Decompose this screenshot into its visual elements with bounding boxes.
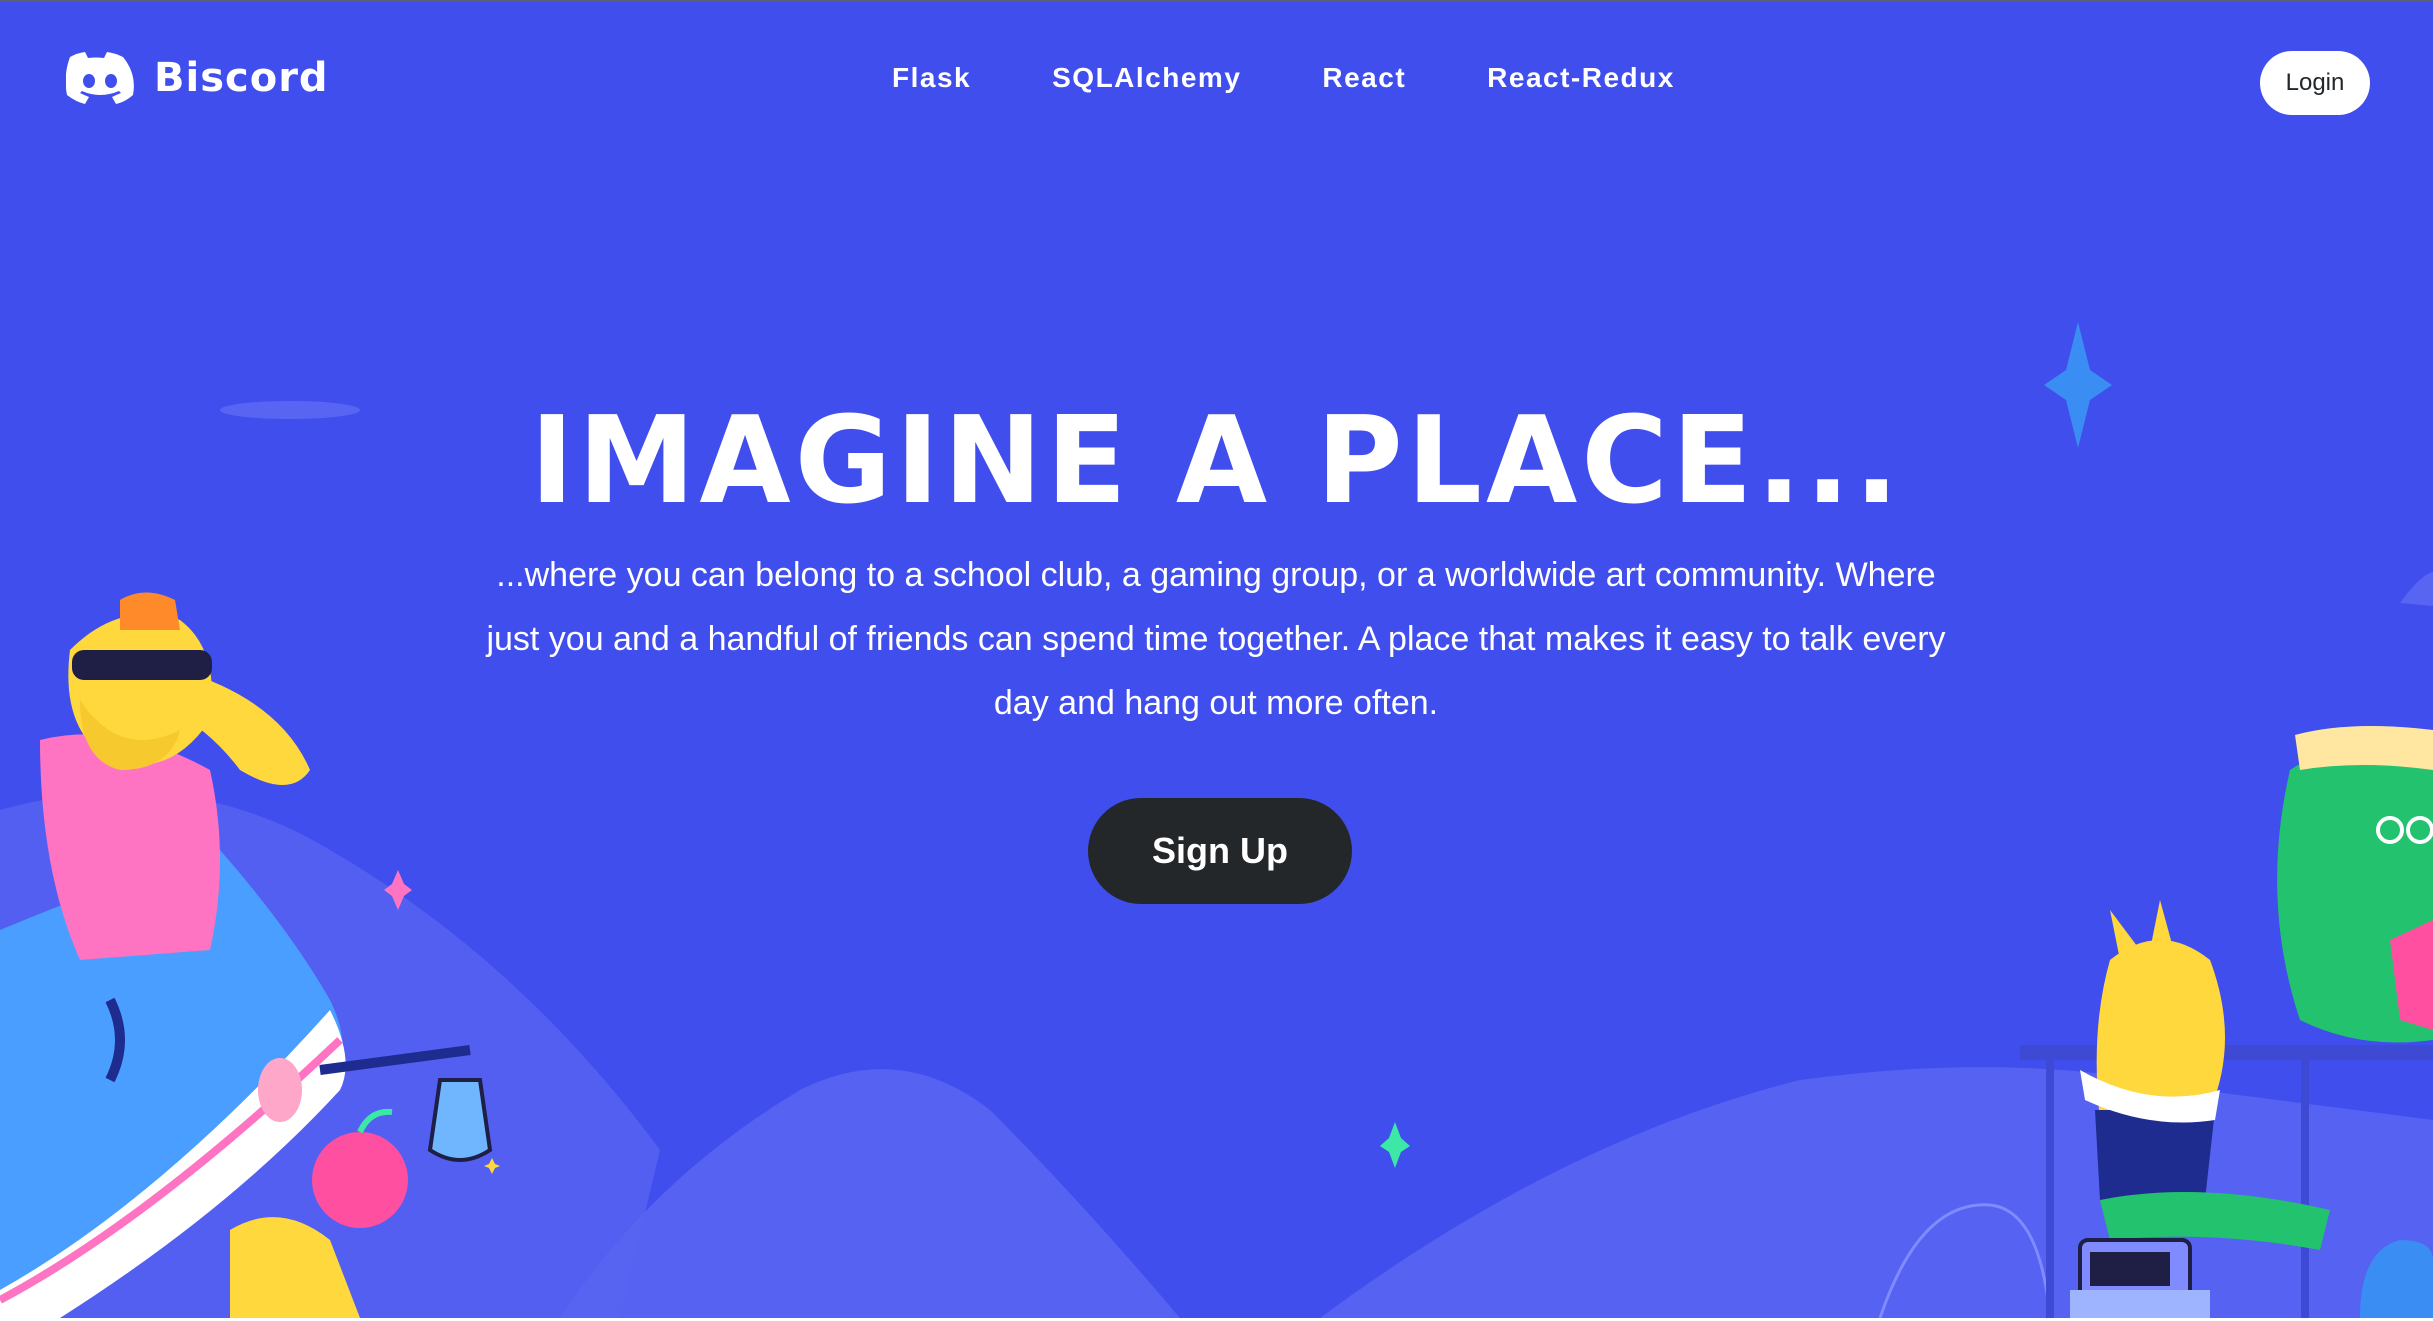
bunny-shirt: [2095, 1110, 2215, 1200]
hero-section: Biscord Flask SQLAlchemy React React-Red…: [0, 0, 2433, 1318]
discord-logo-icon: [66, 52, 134, 104]
sparkle-icon: [1380, 1122, 1410, 1168]
apple-character: [312, 1132, 408, 1228]
hero-headline: IMAGINE A PLACE...: [530, 389, 1903, 531]
middle-hill: [560, 1069, 1180, 1318]
nav-link-flask[interactable]: Flask: [892, 62, 971, 94]
nav-link-react[interactable]: React: [1322, 62, 1406, 94]
signup-button[interactable]: Sign Up: [1088, 798, 1352, 904]
sunglasses: [72, 650, 212, 680]
nav-link-react-redux[interactable]: React-Redux: [1487, 62, 1675, 94]
lantern-icon: [427, 1078, 493, 1162]
game-console-screen: [2090, 1252, 2170, 1286]
dino-hat: [2295, 726, 2433, 770]
right-hill: [1320, 1067, 2433, 1318]
sneaker-pink-patch: [258, 1058, 302, 1122]
device-box: [2070, 1290, 2210, 1318]
character-hair: [120, 592, 180, 630]
table-top: [2020, 1045, 2433, 1060]
brand-name: Biscord: [154, 55, 329, 101]
main-nav: Flask SQLAlchemy React React-Redux: [892, 62, 1675, 94]
nav-link-sqlalchemy[interactable]: SQLAlchemy: [1052, 62, 1241, 94]
bunny-ear: [2150, 900, 2175, 955]
hero-tagline: ...where you can belong to a school club…: [486, 556, 1946, 722]
cloud-right-icon: [2400, 572, 2433, 606]
login-button[interactable]: Login: [2260, 51, 2370, 115]
logo-link[interactable]: Biscord: [66, 52, 329, 104]
